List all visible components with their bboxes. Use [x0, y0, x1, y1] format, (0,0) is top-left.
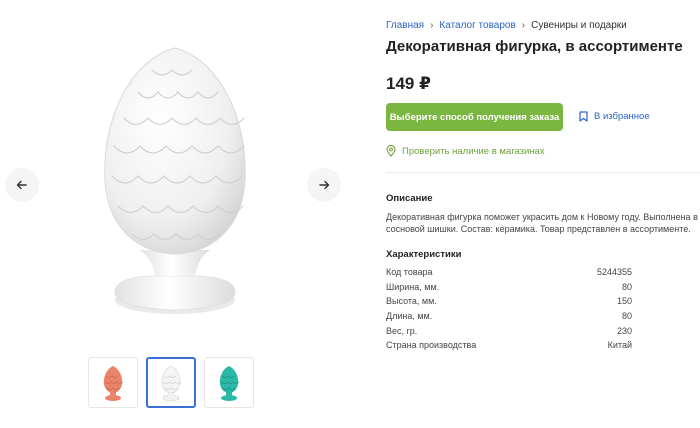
- chevron-right-icon: ›: [430, 20, 434, 31]
- spec-row: Ширина, мм. 80: [386, 280, 632, 295]
- spec-value: 80: [621, 311, 632, 322]
- spec-label: Ширина, мм.: [386, 281, 440, 292]
- spec-row: Длина, мм. 80: [386, 309, 632, 324]
- spec-row: Код товара 5244355: [386, 265, 632, 280]
- description-text: Декоративная фигурка поможет украсить до…: [386, 212, 700, 234]
- check-stock-link[interactable]: Проверить наличие в магазинах: [386, 145, 545, 157]
- description-heading: Описание: [386, 193, 433, 204]
- gallery-next-button[interactable]: [307, 168, 341, 202]
- spec-row: Высота, мм. 150: [386, 294, 632, 309]
- location-pin-icon: [386, 145, 396, 157]
- thumbnail-strip: [88, 357, 254, 408]
- specs-heading: Характеристики: [386, 249, 462, 260]
- gallery-prev-button[interactable]: [5, 168, 39, 202]
- breadcrumb-catalog[interactable]: Каталог товаров: [439, 20, 515, 31]
- add-to-favorites-button[interactable]: В избранное: [579, 111, 650, 122]
- choose-delivery-button[interactable]: Выберите способ получения заказа: [386, 103, 563, 131]
- spec-value: 80: [621, 281, 632, 292]
- thumbnail-orange[interactable]: [88, 357, 138, 408]
- spec-value: 5244355: [596, 267, 632, 278]
- chevron-right-icon: ›: [521, 20, 526, 31]
- arrow-left-icon: [16, 180, 27, 190]
- spec-row: Вес, гр. 230: [386, 323, 632, 338]
- specs-table: Код товара 5244355 Ширина, мм. 80 Высота…: [386, 265, 632, 353]
- pinecone-figurine-orange-thumbnail: [103, 365, 124, 401]
- product-info: Главная › Каталог товаров › Сувениры и п…: [386, 0, 700, 428]
- breadcrumb: Главная › Каталог товаров › Сувениры и п…: [386, 20, 627, 31]
- spec-label: Высота, мм.: [386, 296, 437, 307]
- pinecone-figurine-white-thumbnail: [161, 365, 182, 401]
- spec-value: Китай: [607, 340, 632, 351]
- arrow-right-icon: [319, 180, 330, 190]
- spec-value: 150: [616, 296, 632, 307]
- divider: [386, 172, 700, 173]
- spec-label: Страна производства: [386, 340, 477, 351]
- thumbnail-white[interactable]: [146, 357, 196, 408]
- spec-label: Код товара: [386, 267, 433, 278]
- bookmark-icon: [579, 111, 588, 122]
- breadcrumb-home[interactable]: Главная: [386, 20, 424, 31]
- product-price: 149 ₽: [386, 74, 431, 93]
- product-title: Декоративная фигурка, в ассортименте: [386, 38, 683, 55]
- pinecone-figurine-teal-thumbnail: [219, 365, 240, 401]
- favorites-label: В избранное: [594, 111, 650, 122]
- spec-label: Длина, мм.: [386, 311, 433, 322]
- product-gallery: [0, 0, 350, 428]
- spec-label: Вес, гр.: [386, 325, 418, 336]
- check-stock-label: Проверить наличие в магазинах: [402, 145, 545, 157]
- thumbnail-teal[interactable]: [204, 357, 254, 408]
- product-main-image: [104, 47, 246, 314]
- spec-row: Страна производства Китай: [386, 338, 632, 353]
- spec-value: 230: [616, 325, 632, 336]
- breadcrumb-current: Сувениры и подарки: [531, 20, 627, 31]
